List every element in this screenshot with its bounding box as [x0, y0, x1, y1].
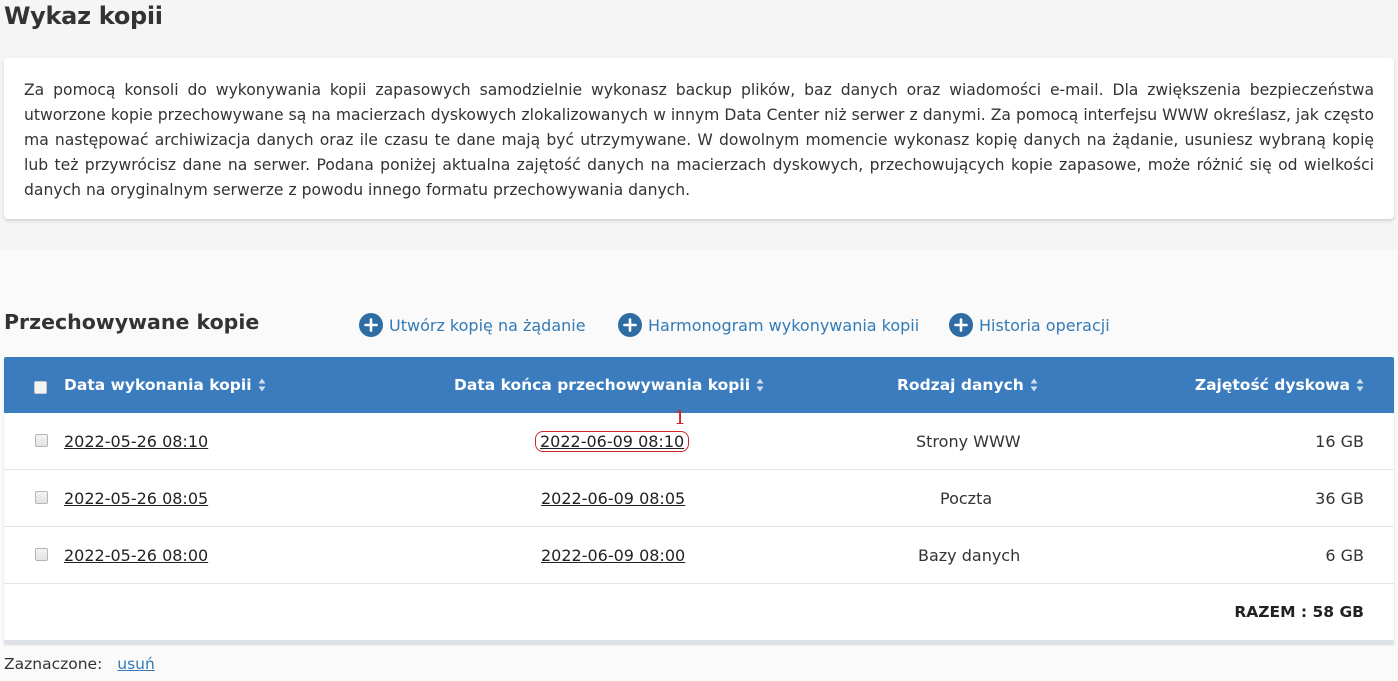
footer-actions: Zaznaczone: usuń	[4, 655, 155, 673]
plus-circle-icon	[618, 313, 642, 337]
column-header-label: Data końca przechowywania kopii	[454, 376, 751, 394]
backups-table: Data wykonania kopii Data końca przechow…	[4, 357, 1394, 643]
page-title: Wykaz kopii	[4, 2, 163, 30]
column-header-date-created[interactable]: Data wykonania kopii	[64, 357, 266, 413]
annotation-marker: 1	[674, 407, 687, 429]
row-checkbox[interactable]	[35, 491, 48, 504]
history-link[interactable]: Historia operacji	[949, 312, 1110, 338]
disk-usage-cell: 16 GB	[1315, 431, 1364, 451]
create-backup-label: Utwórz kopię na żądanie	[389, 315, 586, 335]
sort-icon	[756, 378, 764, 392]
row-checkbox[interactable]	[35, 548, 48, 561]
select-all-checkbox[interactable]	[34, 381, 47, 394]
plus-circle-icon	[359, 313, 383, 337]
row-checkbox[interactable]	[35, 434, 48, 447]
schedule-link[interactable]: Harmonogram wykonywania kopii	[618, 312, 919, 338]
info-text: Za pomocą konsoli do wykonywania kopii z…	[24, 81, 1374, 199]
sort-icon	[1356, 378, 1364, 392]
disk-usage-cell: 6 GB	[1325, 545, 1364, 565]
delete-selected-link[interactable]: usuń	[117, 655, 155, 673]
schedule-label: Harmonogram wykonywania kopii	[648, 315, 920, 335]
table-row: 2022-05-26 08:10 2022-06-09 08:10 1 Stro…	[4, 407, 1394, 470]
date-expiry-link[interactable]: 2022-06-09 08:05	[541, 489, 685, 508]
sort-icon	[1030, 378, 1038, 392]
column-header-data-type[interactable]: Rodzaj danych	[897, 357, 1038, 413]
data-type-cell: Bazy danych	[918, 545, 1021, 565]
total-usage: RAZEM : 58 GB	[1234, 603, 1364, 621]
data-type-cell: Strony WWW	[916, 431, 1021, 451]
column-header-label: Zajętość dyskowa	[1194, 376, 1350, 394]
date-created-link[interactable]: 2022-05-26 08:10	[64, 432, 208, 451]
data-type-cell: Poczta	[940, 488, 993, 508]
date-expiry-link[interactable]: 2022-06-09 08:10	[535, 430, 690, 452]
table-row: 2022-05-26 08:00 2022-06-09 08:00 Bazy d…	[4, 527, 1394, 584]
column-header-date-expiry[interactable]: Data końca przechowywania kopii	[454, 357, 764, 413]
table-row: 2022-05-26 08:05 2022-06-09 08:05 Poczta…	[4, 470, 1394, 527]
column-header-label: Rodzaj danych	[897, 376, 1024, 394]
history-label: Historia operacji	[979, 315, 1110, 335]
date-created-link[interactable]: 2022-05-26 08:05	[64, 489, 208, 508]
column-header-disk-usage[interactable]: Zajętość dyskowa	[1195, 357, 1364, 413]
date-expiry-link[interactable]: 2022-06-09 08:00	[541, 546, 685, 565]
info-box: Za pomocą konsoli do wykonywania kopii z…	[4, 58, 1394, 219]
date-created-link[interactable]: 2022-05-26 08:00	[64, 546, 208, 565]
plus-circle-icon	[949, 313, 973, 337]
section-title: Przechowywane kopie	[4, 310, 260, 334]
disk-usage-cell: 36 GB	[1315, 488, 1364, 508]
sort-icon	[258, 378, 266, 392]
column-header-label: Data wykonania kopii	[64, 376, 252, 394]
create-backup-link[interactable]: Utwórz kopię na żądanie	[359, 312, 586, 338]
table-header: Data wykonania kopii Data końca przechow…	[4, 357, 1394, 413]
selected-label: Zaznaczone:	[4, 655, 103, 673]
